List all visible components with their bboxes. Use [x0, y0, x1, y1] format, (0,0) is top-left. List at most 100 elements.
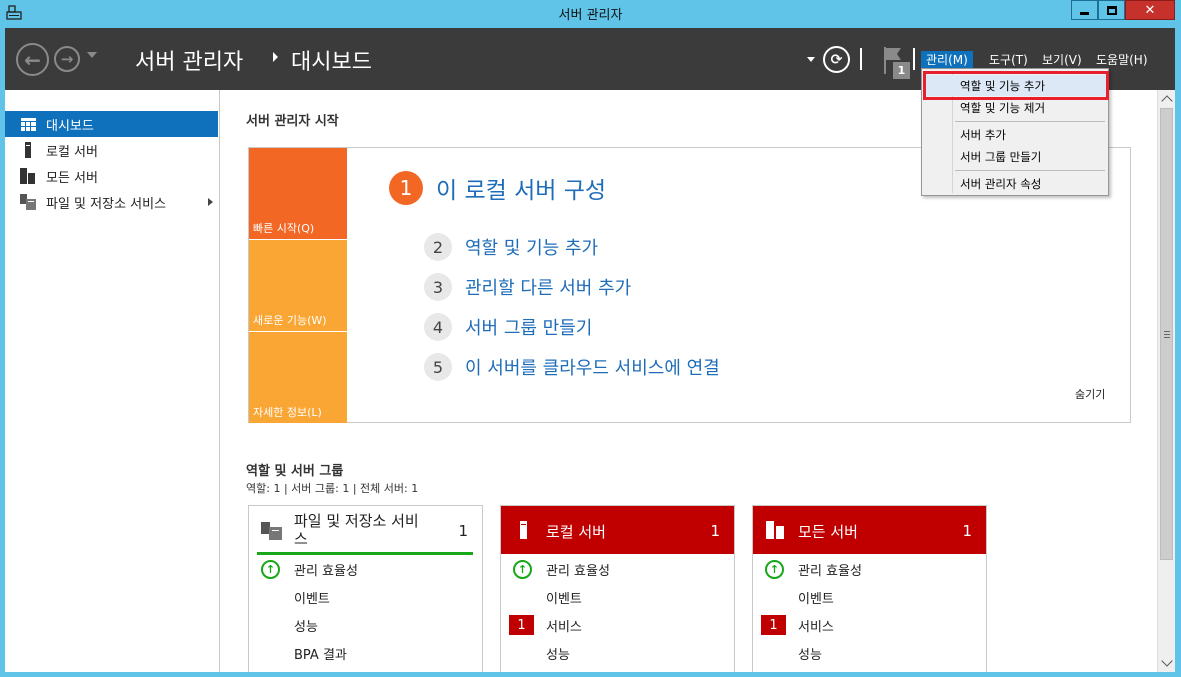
row-label: BPA 결과 [294, 647, 347, 663]
server-icon [20, 142, 36, 158]
card-row-bpa[interactable]: BPA 결과 [249, 642, 482, 664]
role-card-all-servers[interactable]: 모든 서버 1 ↑ 관리 효율성 이벤트 1 서비스 성능 [752, 505, 987, 672]
card-header[interactable]: 모든 서버 1 [753, 506, 986, 554]
refresh-dropdown-icon[interactable] [807, 57, 815, 62]
hide-quickstart-link[interactable]: 숨기기 [1075, 386, 1105, 402]
menu-item-label: 서버 추가 [960, 128, 1006, 142]
sidebar-item-label: 로컬 서버 [46, 144, 98, 160]
refresh-button[interactable]: ⟳ [823, 46, 850, 73]
refresh-icon: ⟳ [830, 51, 843, 68]
step-number: 5 [424, 353, 452, 381]
row-label: 이벤트 [294, 591, 330, 607]
menu-item-server-manager-properties[interactable]: 서버 관리자 속성 [924, 173, 1106, 194]
row-label: 서비스 [798, 619, 834, 635]
server-manager-window: 서버 관리자 ✕ ← → 서버 관리자 대시보드 ⟳ 1 관리(M) 도구(T)… [0, 0, 1181, 677]
card-count: 1 [458, 522, 468, 540]
sidebar-item-all-servers[interactable]: 모든 서버 [5, 163, 218, 189]
step-link[interactable]: 이 서버를 클라우드 서비스에 연결 [465, 354, 720, 380]
menu-item-add-servers[interactable]: 서버 추가 [924, 124, 1106, 145]
scroll-grip-icon [1164, 331, 1170, 338]
card-row-manageability[interactable]: ↑ 관리 효율성 [501, 558, 734, 580]
role-card-file-storage[interactable]: 파일 및 저장소 서비 스 1 ↑ 관리 효율성 이벤트 성능 BPA 결과 [248, 505, 483, 672]
header-divider [860, 48, 862, 70]
row-label: 관리 효율성 [798, 563, 862, 579]
tile-learn-more[interactable]: 자세한 정보(L) [249, 332, 347, 423]
tile-label: 빠른 시작(Q) [253, 222, 315, 235]
menu-help[interactable]: 도움말(H) [1091, 51, 1153, 69]
step-number: 3 [424, 273, 452, 301]
card-title-line: 스 [294, 530, 308, 548]
menu-item-remove-roles-features[interactable]: 역할 및 기능 제거 [924, 97, 1106, 118]
row-label: 성능 [294, 619, 318, 635]
card-row-performance[interactable]: 성능 [501, 642, 734, 664]
history-dropdown-icon[interactable] [87, 52, 97, 58]
role-card-local-server[interactable]: 로컬 서버 1 ↑ 관리 효율성 이벤트 1 서비스 성능 [500, 505, 735, 672]
breadcrumb-separator-icon [273, 52, 278, 62]
breadcrumb-root[interactable]: 서버 관리자 [135, 44, 243, 76]
scroll-thumb[interactable] [1160, 108, 1173, 560]
sidebar-item-local-server[interactable]: 로컬 서버 [5, 137, 218, 163]
vertical-scrollbar[interactable] [1157, 90, 1175, 672]
forward-button[interactable]: → [54, 46, 80, 72]
menu-item-label: 서버 그룹 만들기 [960, 150, 1042, 164]
card-row-services[interactable]: 1 서비스 [753, 614, 986, 636]
step-number-badge: 1 [389, 171, 423, 205]
notification-count-badge: 1 [893, 62, 910, 79]
step-connect-cloud[interactable]: 5 이 서버를 클라우드 서비스에 연결 [424, 352, 720, 382]
menu-item-create-server-group[interactable]: 서버 그룹 만들기 [924, 146, 1106, 167]
roles-summary: 역할: 1 | 서버 그룹: 1 | 전체 서버: 1 [246, 482, 419, 495]
forward-arrow-icon: → [60, 50, 74, 68]
card-title: 로컬 서버 [546, 523, 606, 541]
expand-arrow-icon[interactable] [208, 198, 213, 206]
scroll-down-button[interactable] [1158, 656, 1175, 670]
ok-arrow-icon: ↑ [765, 559, 784, 579]
step-add-roles-features[interactable]: 2 역할 및 기능 추가 [424, 232, 598, 262]
menu-tools[interactable]: 도구(T) [984, 51, 1033, 69]
section-heading-start: 서버 관리자 시작 [246, 114, 339, 129]
tile-whats-new[interactable]: 새로운 기능(W) [249, 240, 347, 331]
menu-separator [955, 170, 1105, 171]
card-header[interactable]: 파일 및 저장소 서비 스 1 [249, 506, 482, 555]
tile-label: 새로운 기능(W) [253, 314, 327, 327]
menu-manage[interactable]: 관리(M) [921, 51, 973, 69]
step-link[interactable]: 관리할 다른 서버 추가 [465, 274, 631, 300]
dashboard-icon [20, 116, 36, 132]
menu-view[interactable]: 보기(V) [1037, 51, 1087, 69]
card-row-performance[interactable]: 성능 [753, 642, 986, 664]
back-button[interactable]: ← [16, 43, 49, 76]
window-title: 서버 관리자 [558, 8, 623, 23]
scroll-up-button[interactable] [1158, 92, 1175, 106]
card-row-services[interactable]: 1 서비스 [501, 614, 734, 636]
card-row-manageability[interactable]: ↑ 관리 효율성 [249, 558, 482, 580]
close-icon: ✕ [1144, 2, 1156, 18]
row-label: 성능 [798, 647, 822, 663]
step-link[interactable]: 서버 그룹 만들기 [465, 314, 592, 340]
card-row-events[interactable]: 이벤트 [249, 586, 482, 608]
maximize-button[interactable] [1098, 0, 1125, 20]
row-label: 이벤트 [798, 591, 834, 607]
tile-quick-start[interactable]: 빠른 시작(Q) [249, 148, 347, 239]
card-status-underline [257, 552, 473, 555]
configure-local-server-link[interactable]: 이 로컬 서버 구성 [436, 171, 606, 205]
card-row-performance[interactable]: 성능 [249, 614, 482, 636]
step-link[interactable]: 역할 및 기능 추가 [465, 234, 598, 260]
row-label: 서비스 [546, 619, 582, 635]
card-header[interactable]: 로컬 서버 1 [501, 506, 734, 554]
card-title: 파일 및 저장소 서비 스 [294, 512, 419, 548]
minimize-button[interactable] [1071, 0, 1098, 20]
close-button[interactable]: ✕ [1125, 0, 1175, 20]
section-heading-roles: 역할 및 서버 그룹 [246, 464, 344, 479]
step-number: 2 [424, 233, 452, 261]
card-row-events[interactable]: 이벤트 [753, 586, 986, 608]
step-add-servers[interactable]: 3 관리할 다른 서버 추가 [424, 272, 631, 302]
sidebar-item-file-storage-services[interactable]: 파일 및 저장소 서비스 [5, 189, 218, 215]
row-label: 성능 [546, 647, 570, 663]
server-icon [520, 521, 527, 539]
menu-item-label: 역할 및 기능 제거 [960, 101, 1046, 115]
card-row-manageability[interactable]: ↑ 관리 효율성 [753, 558, 986, 580]
sidebar-item-dashboard[interactable]: 대시보드 [5, 111, 218, 137]
tile-label: 자세한 정보(L) [253, 406, 322, 419]
step-create-server-group[interactable]: 4 서버 그룹 만들기 [424, 312, 592, 342]
card-row-events[interactable]: 이벤트 [501, 586, 734, 608]
sidebar-item-label: 대시보드 [46, 118, 94, 134]
